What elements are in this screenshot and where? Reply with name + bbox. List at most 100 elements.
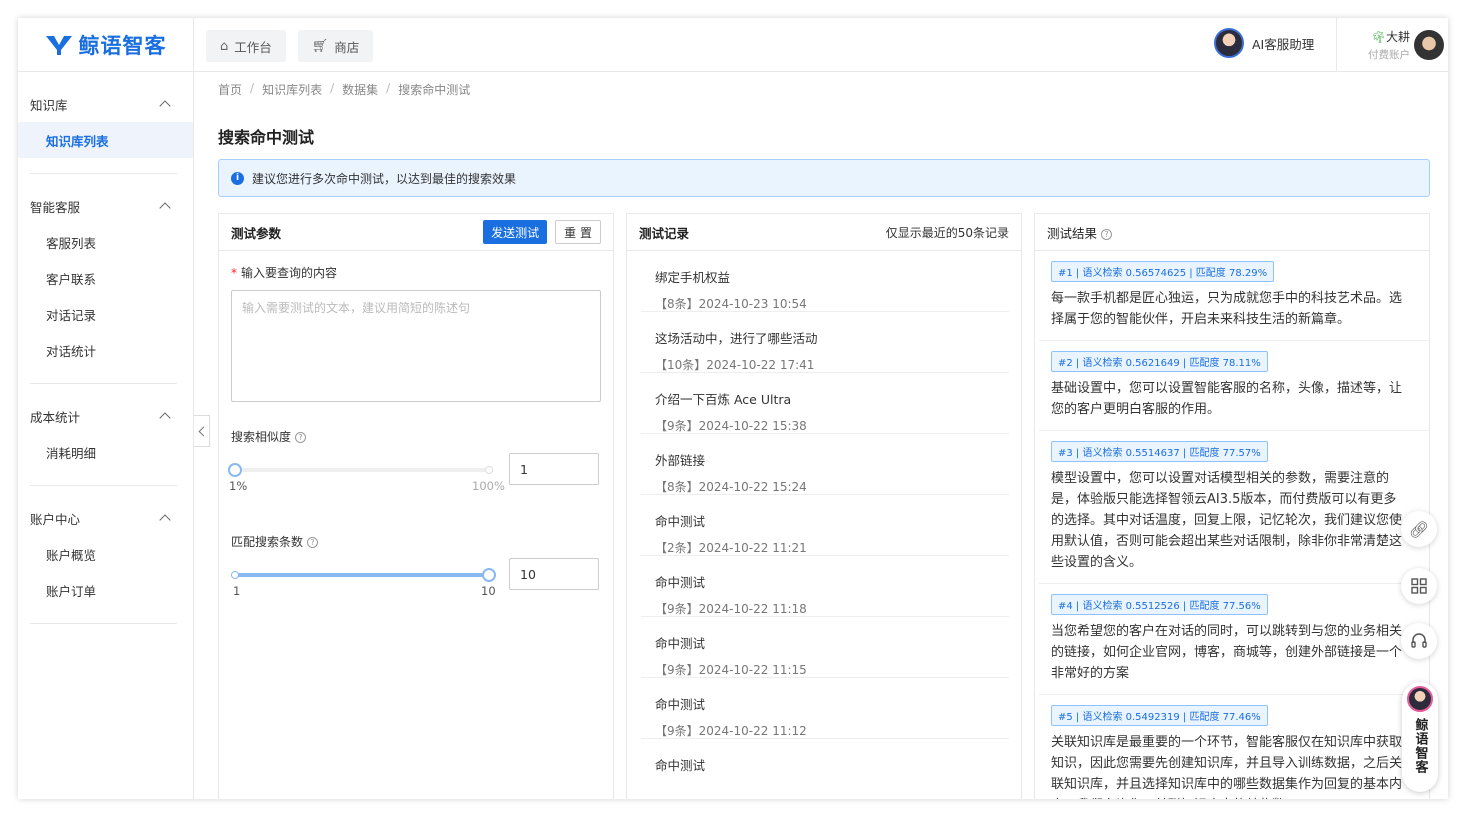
logo[interactable]: 鲸语智客 [18, 18, 194, 72]
similarity-max-label: 100% [472, 479, 505, 493]
support-float-button[interactable] [1401, 623, 1437, 659]
card-header: 测试参数 发送测试 重 置 [219, 214, 613, 251]
test-records-card: 测试记录 仅显示最近的50条记录 绑定手机权益 【8条】2024-10-23 10… [626, 213, 1022, 799]
similarity-label: 搜索相似度? [231, 428, 307, 445]
tab-label: 工作台 [234, 39, 272, 55]
list-item[interactable]: 命中测试 【2条】2024-10-22 11:21 [641, 495, 1009, 556]
breadcrumb-home[interactable]: 首页 [218, 81, 242, 98]
brand-text: 鲸语智客 [1412, 718, 1428, 774]
slider-handle[interactable] [482, 568, 496, 582]
reset-button[interactable]: 重 置 [555, 220, 601, 244]
cart-icon: 🛒︎ [311, 38, 329, 54]
sidebar-item-account-orders[interactable]: 账户订单 [18, 572, 193, 608]
sidebar-group-title[interactable]: 账户中心 [18, 500, 193, 536]
chevron-up-icon [159, 100, 171, 112]
records-note: 仅显示最近的50条记录 [885, 225, 1009, 240]
send-test-button[interactable]: 发送测试 [483, 220, 548, 244]
list-item[interactable]: 介绍一下百炼 Ace Ultra 【9条】2024-10-22 15:38 [641, 373, 1009, 434]
results-list: #1 | 语义检索 0.56574625 | 匹配度 78.29% 每一款手机都是… [1035, 251, 1429, 799]
list-item[interactable]: 这场活动中，进行了哪些活动 【10条】2024-10-22 17:41 [641, 312, 1009, 373]
result-item: #1 | 语义检索 0.56574625 | 匹配度 78.29% 每一款手机都是… [1039, 251, 1429, 341]
tab-store[interactable]: 🛒︎ 商店 [297, 30, 374, 62]
user-info[interactable]: 🌴︎大耕 付费账户 [1362, 28, 1410, 62]
list-item[interactable]: 命中测试 [641, 739, 1009, 799]
help-icon[interactable]: ? [307, 537, 319, 548]
count-label: 匹配搜索条数? [231, 533, 319, 550]
list-item[interactable]: 命中测试 【9条】2024-10-22 11:12 [641, 678, 1009, 739]
header-divider [1336, 18, 1337, 72]
sidebar-divider [30, 173, 177, 174]
link-float-button[interactable]: 🔗︎ [1401, 511, 1437, 547]
count-max-label: 10 [481, 584, 496, 598]
result-item: #2 | 语义检索 0.5621649 | 匹配度 78.11% 基础设置中，您可… [1039, 341, 1429, 431]
sidebar-item-chat-records[interactable]: 对话记录 [18, 296, 193, 332]
brand-chat-launcher[interactable]: 鲸语智客 [1402, 682, 1438, 792]
sidebar-group-knowledge: 知识库 知识库列表 [18, 86, 193, 158]
query-input[interactable] [231, 290, 601, 402]
grid-float-button[interactable] [1401, 568, 1437, 604]
sidebar-item-customer-contact[interactable]: 客户联系 [18, 260, 193, 296]
assistant-avatar [1214, 28, 1244, 58]
sidebar-item-knowledge-list[interactable]: 知识库列表 [18, 122, 193, 158]
chevron-left-icon [198, 426, 208, 436]
result-text: 关联知识库是最重要的一个环节，智能客服仅在知识库中获取知识，因此您需要先创建知识… [1051, 735, 1403, 799]
query-label: * 输入要查询的内容 [231, 266, 338, 280]
tab-workbench[interactable]: ⌂ 工作台 [206, 30, 286, 62]
ai-assistant-button[interactable]: AI客服助理 [1214, 28, 1314, 58]
link-icon: 🔗︎ [1408, 519, 1430, 539]
sidebar-item-consumption[interactable]: 消耗明细 [18, 434, 193, 470]
sidebar-item-service-list[interactable]: 客服列表 [18, 224, 193, 260]
sidebar-group-title[interactable]: 知识库 [18, 86, 193, 122]
headset-icon [1411, 633, 1427, 648]
similarity-slider[interactable] [228, 462, 493, 478]
result-tag: #1 | 语义检索 0.56574625 | 匹配度 78.29% [1051, 261, 1275, 282]
sidebar-group-title[interactable]: 智能客服 [18, 188, 193, 224]
breadcrumb: 首页 / 知识库列表 / 数据集 / 搜索命中测试 [218, 81, 471, 98]
info-icon: i [231, 171, 244, 185]
result-text: 模型设置中，您可以设置对话模型相关的参数，需要注意的是，体验版只能选择智领云AI… [1051, 471, 1403, 570]
palm-tree-icon: 🌴︎ [1370, 30, 1386, 44]
help-icon[interactable]: ? [295, 432, 307, 443]
list-item[interactable]: 外部链接 【8条】2024-10-22 15:24 [641, 434, 1009, 495]
result-text: 基础设置中，您可以设置智能客服的名称，头像，描述等，让您的客户更明白客服的作用。 [1051, 381, 1403, 417]
breadcrumb-knowledge-list[interactable]: 知识库列表 [262, 81, 322, 98]
sidebar-item-account-overview[interactable]: 账户概览 [18, 536, 193, 572]
user-plan: 付费账户 [1368, 49, 1410, 61]
sidebar-divider [30, 623, 177, 624]
tab-label: 商店 [334, 39, 360, 55]
info-alert: i 建议您进行多次命中测试，以达到最佳的搜索效果 [218, 159, 1430, 197]
list-item[interactable]: 命中测试 【9条】2024-10-22 11:15 [641, 617, 1009, 678]
user-avatar[interactable] [1414, 30, 1444, 60]
breadcrumb-dataset[interactable]: 数据集 [342, 81, 378, 98]
sidebar-collapse-button[interactable] [194, 415, 210, 447]
brand-avatar [1407, 686, 1433, 712]
sidebar-group-account: 账户中心 账户概览 账户订单 [18, 500, 193, 608]
slider-handle[interactable] [228, 463, 242, 477]
user-name: 大耕 [1385, 30, 1410, 44]
sidebar-group-service: 智能客服 客服列表 客户联系 对话记录 对话统计 [18, 188, 193, 368]
result-tag: #4 | 语义检索 0.5512526 | 匹配度 77.56% [1051, 594, 1268, 615]
whale-logo-icon [45, 36, 72, 55]
breadcrumb-current: 搜索命中测试 [398, 83, 471, 97]
list-item[interactable]: 绑定手机权益 【8条】2024-10-23 10:54 [641, 251, 1009, 312]
logo-text: 鲸语智客 [78, 34, 167, 58]
assistant-label: AI客服助理 [1252, 36, 1315, 52]
result-tag: #2 | 语义检索 0.5621649 | 匹配度 78.11% [1051, 351, 1268, 372]
sidebar-group-title[interactable]: 成本统计 [18, 398, 193, 434]
count-slider[interactable] [231, 567, 496, 583]
similarity-input[interactable] [509, 453, 599, 485]
card-title: 测试参数 [231, 225, 282, 241]
top-tabs: ⌂ 工作台 🛒︎ 商店 [206, 30, 374, 62]
app-window: 鲸语智客 ⌂ 工作台 🛒︎ 商店 AI客服助理 🌴︎大耕 付费账户 知识库 知识… [18, 18, 1448, 799]
top-header: 鲸语智客 ⌂ 工作台 🛒︎ 商店 AI客服助理 🌴︎大耕 付费账户 [18, 18, 1448, 72]
test-results-card: 测试结果? #1 | 语义检索 0.56574625 | 匹配度 78.29% 每… [1034, 213, 1430, 799]
list-item[interactable]: 命中测试 【9条】2024-10-22 11:18 [641, 556, 1009, 617]
result-tag: #5 | 语义检索 0.5492319 | 匹配度 77.46% [1051, 705, 1268, 726]
sidebar-item-chat-stats[interactable]: 对话统计 [18, 332, 193, 368]
test-params-card: 测试参数 发送测试 重 置 *输入要查询的内容 搜索相似度? 1% 100% 匹… [218, 213, 614, 799]
count-input[interactable] [509, 558, 599, 590]
help-icon[interactable]: ? [1101, 228, 1113, 240]
grid-icon [1411, 578, 1427, 594]
result-item: #4 | 语义检索 0.5512526 | 匹配度 77.56% 当您希望您的客户… [1039, 584, 1429, 695]
chevron-up-icon [159, 514, 171, 526]
